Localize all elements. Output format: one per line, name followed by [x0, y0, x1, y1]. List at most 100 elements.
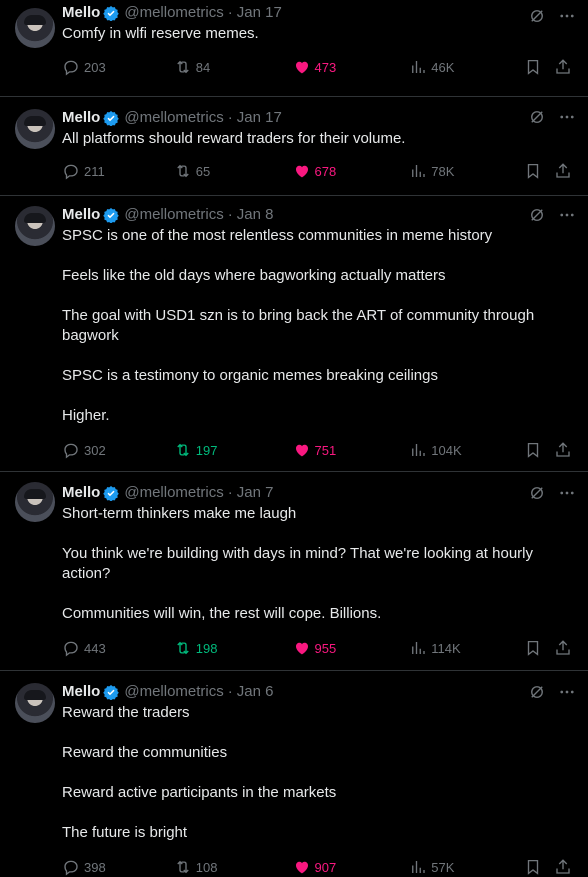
tweet-date[interactable]: Jan 8	[237, 206, 274, 223]
separator-dot: ·	[227, 109, 233, 126]
display-name[interactable]: Mello	[62, 484, 100, 501]
tweet-date[interactable]: Jan 6	[237, 683, 274, 700]
bookmark-icon[interactable]	[524, 162, 542, 180]
avatar[interactable]	[15, 683, 55, 723]
action-bar: 203 84 473 46K	[62, 47, 572, 87]
reply-icon	[64, 60, 78, 76]
retweet-button[interactable]: 198	[174, 639, 293, 657]
share-icon[interactable]	[554, 162, 572, 180]
analytics-icon	[412, 165, 425, 177]
display-name[interactable]: Mello	[62, 683, 100, 700]
views-button[interactable]: 57K	[409, 858, 524, 876]
reply-button[interactable]: 443	[62, 639, 174, 657]
display-name[interactable]: Mello	[62, 206, 100, 223]
tweet-paragraph: SPSC is one of the most relentless commu…	[62, 227, 493, 244]
tweet-date[interactable]: Jan 7	[237, 484, 274, 501]
avatar[interactable]	[15, 109, 55, 149]
tweet-date[interactable]: Jan 17	[237, 109, 282, 126]
share-icon[interactable]	[554, 58, 572, 76]
separator-dot: ·	[227, 683, 233, 700]
reply-button[interactable]: 398	[62, 858, 174, 876]
retweet-count: 198	[195, 640, 218, 656]
tweet-paragraph: Comfy in wlfi reserve memes.	[62, 25, 259, 42]
views-button[interactable]: 114K	[409, 639, 524, 657]
retweet-button[interactable]: 65	[174, 162, 293, 180]
retweet-count: 197	[195, 442, 218, 458]
tweet-card[interactable]: Mello @mellometrics · Jan 7 Short-term t…	[0, 472, 588, 671]
retweet-button[interactable]: 197	[174, 441, 293, 459]
views-button[interactable]: 104K	[409, 441, 524, 459]
share-icon[interactable]	[554, 858, 572, 876]
avatar[interactable]	[15, 8, 55, 48]
separator-dot: ·	[227, 4, 233, 21]
tweet-paragraph: Short-term thinkers make me laugh	[62, 505, 297, 522]
retweet-button[interactable]: 108	[174, 858, 293, 876]
action-bar: 302 197 751 104K	[62, 430, 572, 470]
retweet-button[interactable]: 84	[174, 58, 293, 76]
separator-dot: ·	[227, 206, 233, 223]
avatar[interactable]	[15, 206, 55, 246]
tweet-paragraph: All platforms should reward traders for …	[62, 130, 406, 147]
retweet-icon	[177, 443, 189, 457]
like-count: 907	[314, 859, 337, 875]
reply-icon	[64, 443, 78, 459]
tweet-header: Mello @mellometrics · Jan 17	[62, 97, 572, 127]
display-name[interactable]: Mello	[62, 4, 100, 21]
more-options-icon[interactable]	[558, 683, 576, 701]
grok-icon[interactable]	[528, 484, 546, 502]
tweet-card[interactable]: Mello @mellometrics · Jan 6 Reward the t…	[0, 671, 588, 877]
action-bar: 211 65 678 78K	[62, 151, 572, 191]
more-options-icon[interactable]	[558, 484, 576, 502]
avatar[interactable]	[15, 482, 55, 522]
user-handle[interactable]: @mellometrics	[124, 206, 223, 223]
like-button[interactable]: 751	[293, 441, 410, 459]
retweet-count: 65	[195, 163, 211, 179]
tweet-text: All platforms should reward traders for …	[62, 127, 572, 149]
tweet-card[interactable]: Mello @mellometrics · Jan 8 SPSC is one …	[0, 196, 588, 472]
bookmark-icon[interactable]	[524, 441, 542, 459]
reply-button[interactable]: 302	[62, 441, 174, 459]
grok-icon[interactable]	[528, 683, 546, 701]
more-options-icon[interactable]	[558, 206, 576, 224]
like-button[interactable]: 473	[293, 58, 410, 76]
reply-count: 398	[84, 859, 106, 875]
reply-icon	[64, 641, 78, 657]
more-options-icon[interactable]	[558, 7, 576, 25]
bookmark-icon[interactable]	[524, 858, 542, 876]
retweet-icon	[177, 164, 189, 178]
display-name[interactable]: Mello	[62, 109, 100, 126]
share-icon[interactable]	[554, 639, 572, 657]
heart-icon	[295, 165, 308, 178]
reply-button[interactable]: 203	[62, 58, 174, 76]
heart-icon	[295, 444, 308, 457]
grok-icon[interactable]	[528, 108, 546, 126]
more-options-icon[interactable]	[558, 108, 576, 126]
tweet-card[interactable]: Mello @mellometrics · Jan 17 All platfor…	[0, 97, 588, 196]
verified-badge-icon	[103, 207, 120, 223]
tweet-paragraph: Communities will win, the rest will cope…	[62, 605, 382, 622]
like-count: 678	[314, 163, 337, 179]
tweet-card[interactable]: Mello @mellometrics · Jan 17 Comfy in wl…	[0, 0, 588, 97]
like-button[interactable]: 955	[293, 639, 410, 657]
grok-icon[interactable]	[528, 7, 546, 25]
tweet-paragraph: Feels like the old days where bagworking…	[62, 267, 446, 284]
bookmark-icon[interactable]	[524, 58, 542, 76]
views-button[interactable]: 78K	[409, 162, 524, 180]
reply-button[interactable]: 211	[62, 162, 174, 180]
tweet-date[interactable]: Jan 17	[237, 4, 282, 21]
user-handle[interactable]: @mellometrics	[124, 109, 223, 126]
grok-icon[interactable]	[528, 206, 546, 224]
bookmark-icon[interactable]	[524, 639, 542, 657]
like-button[interactable]: 678	[293, 162, 410, 180]
view-count: 78K	[431, 163, 455, 179]
user-handle[interactable]: @mellometrics	[124, 484, 223, 501]
share-icon[interactable]	[554, 441, 572, 459]
user-handle[interactable]: @mellometrics	[124, 683, 223, 700]
view-count: 46K	[431, 59, 455, 75]
user-handle[interactable]: @mellometrics	[124, 4, 223, 21]
timeline-feed: Mello @mellometrics · Jan 17 Comfy in wl…	[0, 0, 588, 877]
tweet-text: Comfy in wlfi reserve memes.	[62, 22, 572, 44]
like-count: 473	[314, 59, 337, 75]
views-button[interactable]: 46K	[409, 58, 524, 76]
like-button[interactable]: 907	[293, 858, 410, 876]
